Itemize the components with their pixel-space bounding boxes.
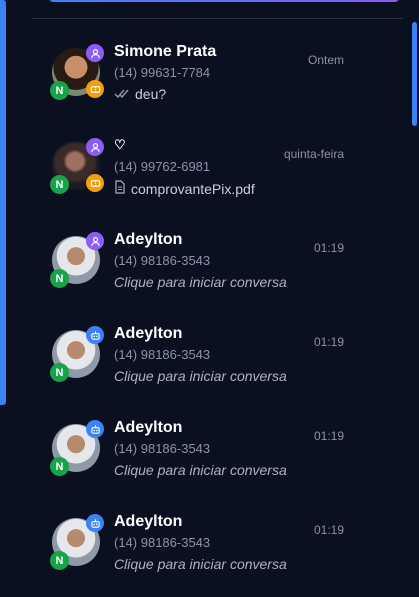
double-check-icon xyxy=(114,86,130,102)
ticket-icon xyxy=(86,80,104,98)
contact-phone: (14) 99762-6981 xyxy=(114,159,211,174)
last-message-text: comprovantePix.pdf xyxy=(131,180,255,197)
contact-phone: (14) 98186-3543 xyxy=(114,441,211,456)
timestamp: 01:19 xyxy=(313,523,344,537)
header-divider xyxy=(32,18,403,19)
contact-phone: (14) 98186-3543 xyxy=(114,535,211,550)
top-action-button[interactable] xyxy=(48,0,400,2)
channel-badge: N xyxy=(50,551,69,570)
channel-badge: N xyxy=(50,175,69,194)
conversation-item[interactable]: N Adeylton 01:19 (14) 98186-3543 Clique … xyxy=(0,312,410,406)
contact-phone: (14) 99631-7784 xyxy=(114,65,211,80)
conversation-item[interactable]: N Adeylton 01:19 (14) 98186-3543 Clique … xyxy=(0,406,410,500)
last-message-text: Clique para iniciar conversa xyxy=(114,556,287,572)
timestamp: Ontem xyxy=(307,53,344,67)
conversation-list: N Simone Prata Ontem (14) 99631-7784 deu… xyxy=(0,30,410,594)
contact-phone: (14) 98186-3543 xyxy=(114,253,211,268)
timestamp: 01:19 xyxy=(313,335,344,349)
last-message-text: Clique para iniciar conversa xyxy=(114,462,287,478)
robot-icon xyxy=(86,326,104,344)
last-message: deu? xyxy=(114,86,166,102)
user-icon xyxy=(86,138,104,156)
last-message: Clique para iniciar conversa xyxy=(114,368,287,384)
last-message: Clique para iniciar conversa xyxy=(114,462,287,478)
channel-badge: N xyxy=(50,457,69,476)
user-icon xyxy=(86,44,104,62)
contact-phone: (14) 98186-3543 xyxy=(114,347,211,362)
conversation-item[interactable]: N Adeylton 01:19 (14) 98186-3543 Clique … xyxy=(0,218,410,312)
channel-badge: N xyxy=(50,81,69,100)
contact-name: Adeylton xyxy=(114,419,183,436)
timestamp: 01:19 xyxy=(313,241,344,255)
scrollbar-thumb[interactable] xyxy=(412,22,417,126)
channel-badge: N xyxy=(50,363,69,382)
timestamp: 01:19 xyxy=(313,429,344,443)
last-message-text: Clique para iniciar conversa xyxy=(114,274,287,290)
user-icon xyxy=(86,232,104,250)
last-message-text: Clique para iniciar conversa xyxy=(114,368,287,384)
last-message: comprovantePix.pdf xyxy=(114,180,255,197)
conversation-item[interactable]: N Adeylton 01:19 (14) 98186-3543 Clique … xyxy=(0,500,410,594)
last-message: Clique para iniciar conversa xyxy=(114,556,287,572)
contact-name: Adeylton xyxy=(114,325,183,342)
timestamp: quinta-feira xyxy=(283,147,344,161)
contact-name: Simone Prata xyxy=(114,43,217,60)
contact-name: Adeylton xyxy=(114,231,183,248)
last-message: Clique para iniciar conversa xyxy=(114,274,287,290)
ticket-icon xyxy=(86,174,104,192)
last-message-text: deu? xyxy=(135,86,167,102)
document-icon xyxy=(114,180,126,197)
channel-badge: N xyxy=(50,269,69,288)
robot-icon xyxy=(86,514,104,532)
robot-icon xyxy=(86,420,104,438)
contact-name: ♡ xyxy=(114,137,126,152)
conversation-item[interactable]: N Simone Prata Ontem (14) 99631-7784 deu… xyxy=(0,30,410,124)
contact-name: Adeylton xyxy=(114,513,183,530)
conversation-item[interactable]: N ♡ quinta-feira (14) 99762-6981 comprov… xyxy=(0,124,410,218)
